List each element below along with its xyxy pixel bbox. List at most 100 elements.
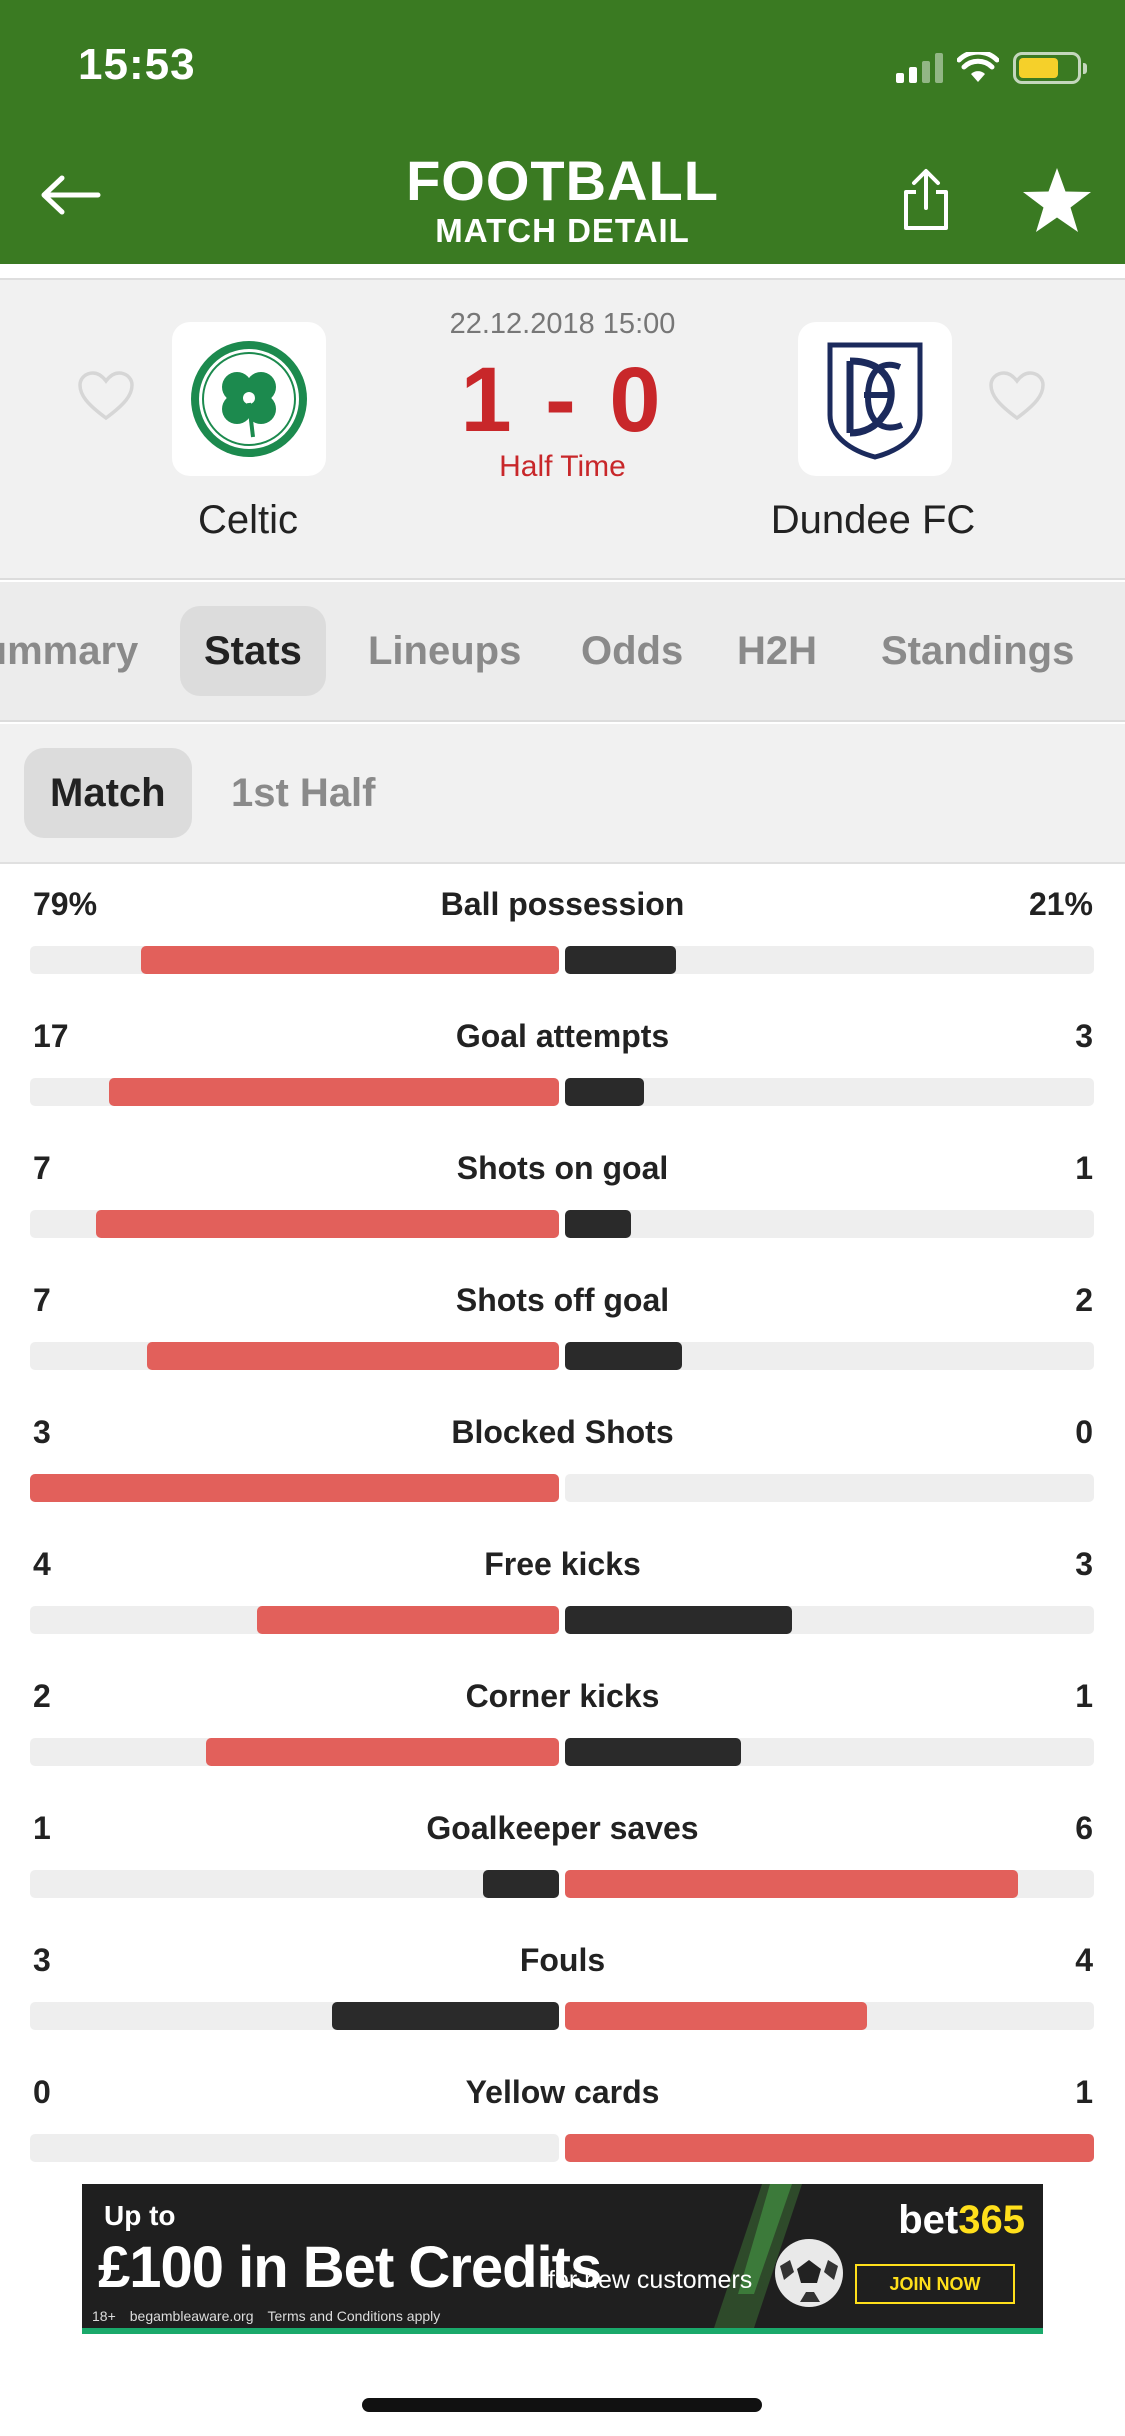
stat-label: Free kicks [484,1546,641,1582]
stat-away-bar-track [565,1342,1094,1370]
tab-odds[interactable]: Odds [581,606,683,696]
football-icon [775,2239,843,2307]
share-icon [904,169,948,230]
ad-gamble-aware: begambleaware.org [129,2308,254,2324]
stat-away-value: 1 [1075,2074,1093,2110]
subtab-1st-half[interactable]: 1st Half [231,748,376,838]
stat-away-bar-track [565,2134,1094,2162]
home-indicator[interactable] [362,2398,762,2412]
stat-away-bar-track [565,1474,1094,1502]
stat-home-bar [147,1342,559,1370]
app-header: 15:53 FOOTBALL MATCH DETAIL [0,0,1125,264]
match-datetime: 22.12.2018 15:00 [449,308,676,340]
away-team-name[interactable]: Dundee FC [693,498,1053,543]
stat-away-value: 21% [1028,886,1093,922]
stat-away-value: 2 [1075,1282,1093,1318]
ad-headline: £100 in Bet Credits [98,2235,602,2300]
stat-row: 3 Fouls 4 [0,1922,1125,2054]
stat-home-bar [141,946,559,974]
status-time: 15:53 [78,40,196,89]
stat-home-bar-track [30,2002,559,2030]
favorite-match-button[interactable] [1015,160,1099,240]
stat-home-bar [332,2002,559,2030]
stat-label: Goalkeeper saves [426,1810,699,1846]
home-team-name[interactable]: Celtic [68,498,428,543]
stat-label: Yellow cards [465,2074,660,2110]
stat-row: 4 Free kicks 3 [0,1526,1125,1658]
stat-row: 7 Shots off goal 2 [0,1262,1125,1394]
stat-away-value: 0 [1075,1414,1093,1450]
bet365-ad-banner[interactable]: Up to £100 in Bet Credits for new custom… [82,2184,1043,2334]
period-tabs: Match 1st Half [0,724,1125,864]
stat-home-bar-track [30,1606,559,1634]
subtab-match[interactable]: Match [24,748,192,838]
dundee-crest-icon [827,342,923,460]
stat-row: 17 Goal attempts 3 [0,998,1125,1130]
stat-home-bar [109,1078,559,1106]
stat-away-bar [565,1870,1018,1898]
stat-away-bar-track [565,1870,1094,1898]
stat-away-bar-track [565,1606,1094,1634]
stat-row: 1 Goalkeeper saves 6 [0,1790,1125,1922]
stat-home-bar-track [30,2134,559,2162]
stat-label: Shots off goal [455,1282,670,1318]
stat-home-bar-track [30,1474,559,1502]
stat-home-bar [206,1738,559,1766]
cellular-signal-icon [896,53,943,83]
stat-away-bar [565,946,676,974]
detail-tabs: ımmary Stats Lineups Odds H2H Standings [0,582,1125,722]
stat-home-bar-track [30,1210,559,1238]
tab-standings[interactable]: Standings [881,606,1074,696]
status-icons [896,48,1087,88]
ad-upto-text: Up to [104,2200,176,2231]
ad-tagline: for new customers [548,2266,753,2294]
stat-away-value: 6 [1075,1810,1093,1846]
tab-summary[interactable]: ımmary [0,606,138,696]
stat-row: 7 Shots on goal 1 [0,1130,1125,1262]
stat-home-bar-track [30,1738,559,1766]
tab-h2h[interactable]: H2H [737,606,817,696]
match-score: 1 - 0 [460,349,665,451]
stat-home-bar [257,1606,559,1634]
away-team-logo[interactable] [798,322,952,476]
stat-away-bar [565,1342,682,1370]
stat-label: Shots on goal [456,1150,669,1186]
stat-row: 0 Yellow cards 1 [0,2054,1125,2186]
stat-away-value: 1 [1075,1678,1093,1714]
stat-row: 2 Corner kicks 1 [0,1658,1125,1790]
heart-outline-icon [989,371,1045,421]
stat-away-bar [565,2134,1094,2162]
stat-away-value: 4 [1075,1942,1093,1978]
stat-label: Fouls [519,1942,606,1978]
tab-lineups[interactable]: Lineups [368,606,521,696]
stat-away-bar [565,1606,792,1634]
stat-home-bar-track [30,1342,559,1370]
stat-label: Goal attempts [455,1018,670,1054]
ad-accent-bar [82,2328,1043,2334]
tab-stats[interactable]: Stats [180,606,326,696]
stat-label: Corner kicks [465,1678,660,1714]
ad-age-notice: 18+ [92,2308,116,2324]
stat-home-bar [96,1210,559,1238]
share-button[interactable] [890,160,962,240]
stat-away-bar-track [565,1738,1094,1766]
stat-away-bar [565,1078,644,1106]
stat-away-bar-track [565,946,1094,974]
ad-join-now-button[interactable]: JOIN NOW [855,2264,1015,2304]
stat-away-value: 3 [1075,1018,1093,1054]
match-header: Celtic 22.12.2018 15:00 1 - 0 Half Time … [0,278,1125,580]
stat-away-bar [565,1210,631,1238]
star-icon [1023,168,1091,232]
stat-away-bar [565,1738,741,1766]
ad-fine-print: 18+ begambleaware.org Terms and Conditions… [92,2308,454,2324]
stat-home-bar [30,1474,559,1502]
stat-home-bar-track [30,946,559,974]
favorite-away-team-button[interactable] [987,368,1047,424]
stat-home-bar [483,1870,559,1898]
stat-row: 79% Ball possession 21% [0,866,1125,998]
stat-label: Blocked Shots [451,1414,674,1450]
ad-terms: Terms and Conditions apply [267,2308,441,2324]
stat-home-bar-track [30,1078,559,1106]
stats-list: 79% Ball possession 21% 17 Goal attempts 3 7 Sh… [0,866,1125,2186]
stat-home-bar-track [30,1870,559,1898]
